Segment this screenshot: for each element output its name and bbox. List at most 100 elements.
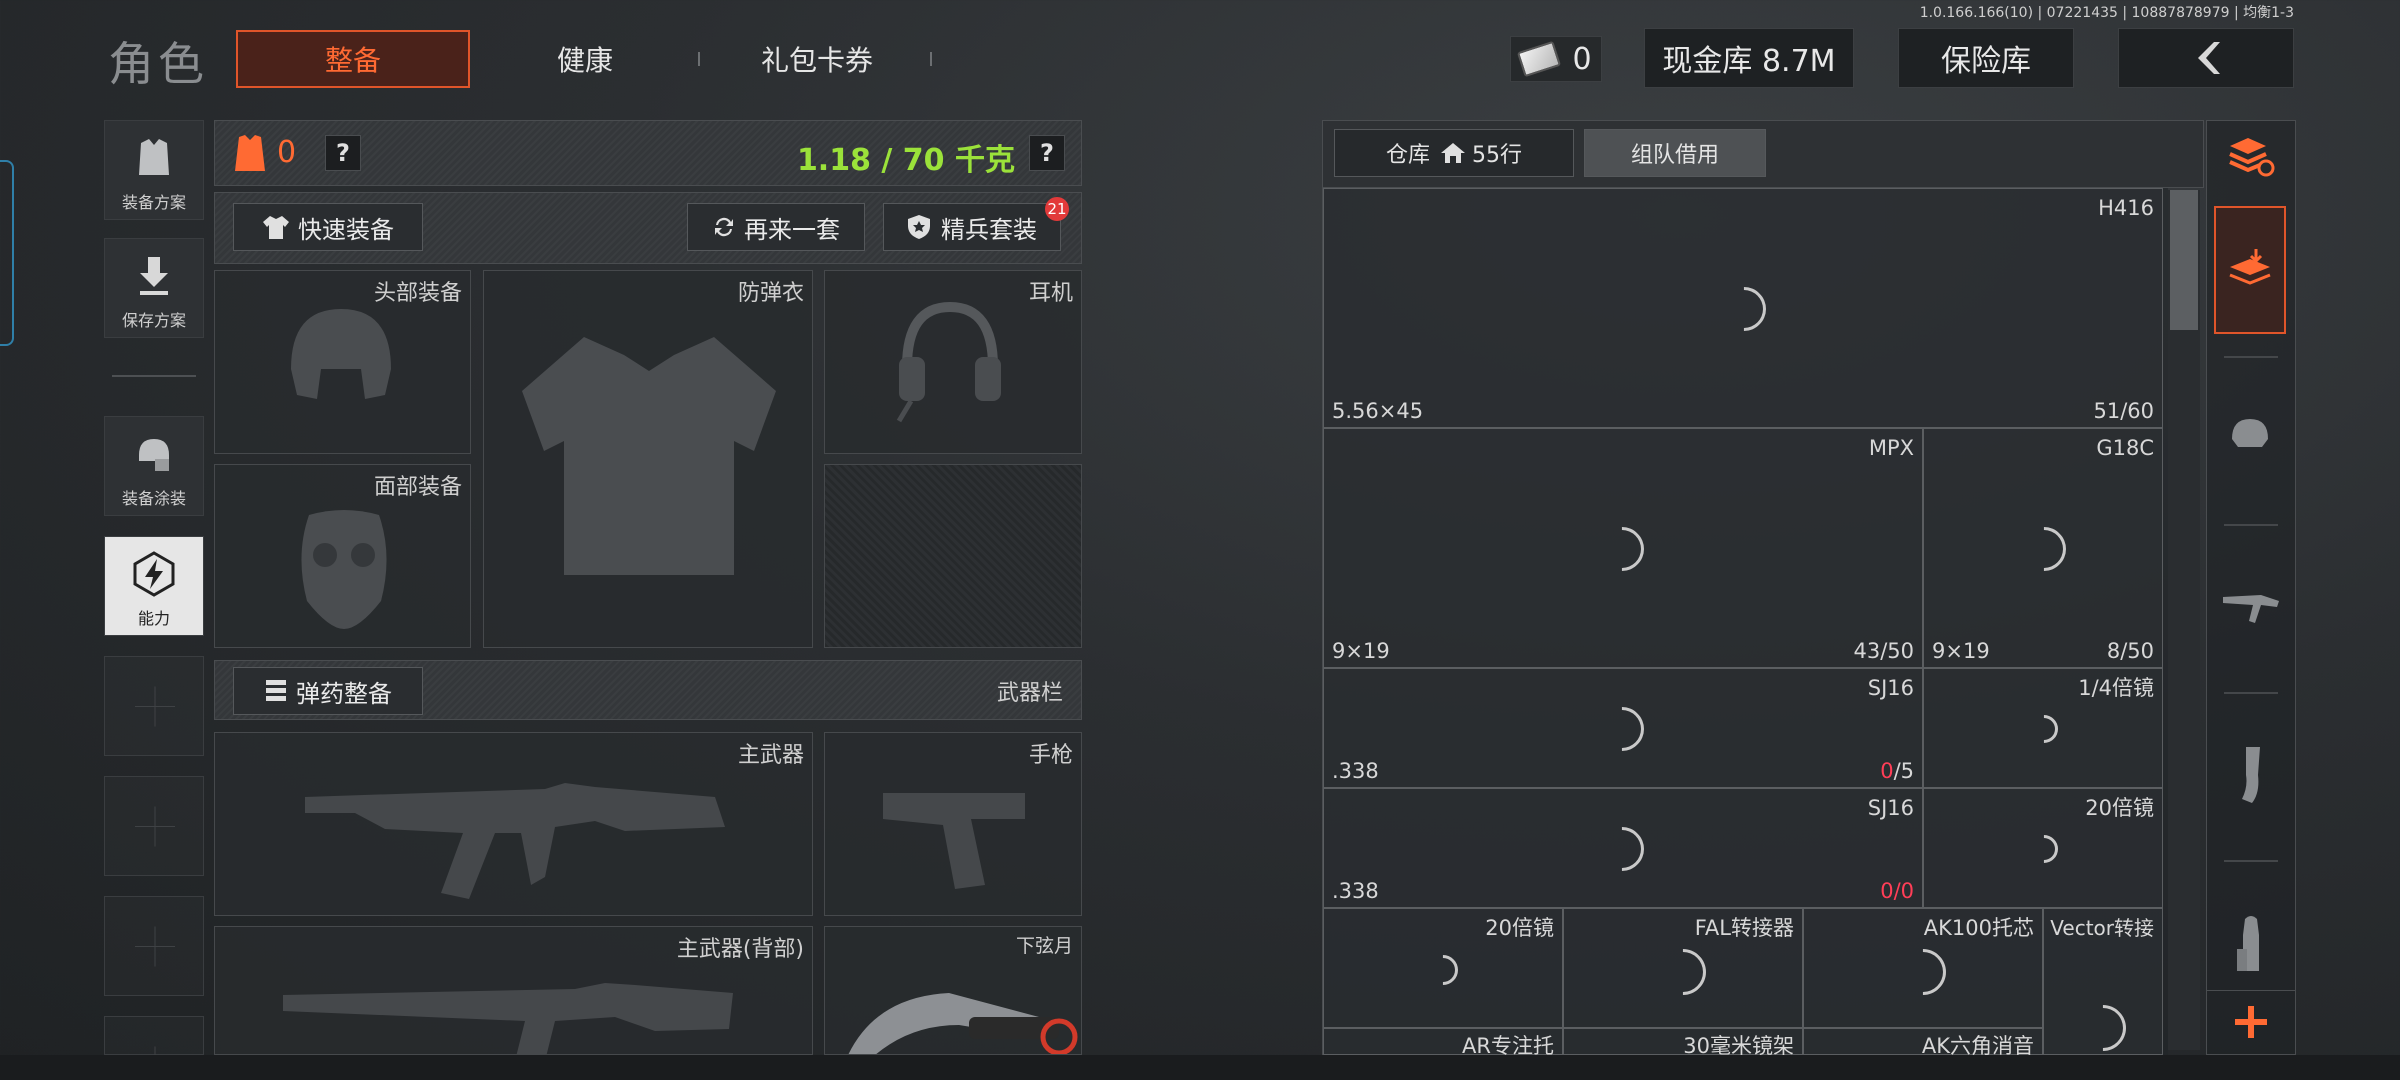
- armor-count: 0: [277, 135, 297, 170]
- weapon-bar-label: 武器栏: [996, 681, 1063, 706]
- loading-spinner: [1590, 517, 1654, 581]
- karambit-icon: [848, 993, 1078, 1054]
- back-arrow-icon: [2198, 42, 2220, 74]
- divider: [2224, 692, 2278, 694]
- tab-team-borrow[interactable]: 组队借用: [1584, 129, 1766, 177]
- slot-armor[interactable]: 防弹衣: [483, 270, 813, 648]
- vault-button[interactable]: 保险库: [1898, 28, 2074, 88]
- item-ak100-core[interactable]: AK100托芯: [1803, 908, 2043, 1028]
- loading-spinner: [1650, 939, 1716, 1005]
- cash-balance[interactable]: 0: [1510, 36, 1602, 82]
- ammo-setup-button[interactable]: 弹药整备: [233, 667, 423, 715]
- rifle-icon: [305, 783, 725, 899]
- item-scope-20x[interactable]: 20倍镜: [1323, 908, 1563, 1028]
- slot-melee[interactable]: 下弦月: [824, 926, 1082, 1055]
- loading-spinner: [1712, 277, 1776, 341]
- tab-health[interactable]: 健康: [500, 30, 670, 88]
- download-icon: [140, 257, 168, 295]
- back-button[interactable]: [2118, 28, 2294, 88]
- tab-storage[interactable]: 仓库 55行: [1334, 129, 1574, 177]
- item-vector-adapter[interactable]: Vector转接: [2043, 908, 2163, 1061]
- cash-bill-icon: [1517, 40, 1562, 78]
- category-all[interactable]: [2214, 206, 2286, 334]
- menu-divider: [112, 375, 196, 377]
- carry-weight: 1.18 / 70 千克: [796, 143, 1015, 178]
- add-category-button[interactable]: [2206, 990, 2296, 1052]
- home-icon: [1441, 143, 1465, 163]
- item-scope-20x[interactable]: 20倍镜: [1923, 788, 2163, 908]
- repeat-loadout-button[interactable]: 再来一套: [687, 203, 865, 251]
- slot-locked: [824, 464, 1082, 648]
- vest-icon: [139, 139, 169, 175]
- layers-refresh-icon: [2229, 138, 2275, 177]
- slot-primary-weapon[interactable]: 主武器: [214, 732, 813, 916]
- item-30mm-mount[interactable]: 30毫米镜架: [1563, 1028, 1803, 1058]
- slot-primary-weapon-back[interactable]: 主武器(背部): [214, 926, 813, 1055]
- slot-head[interactable]: 头部装备: [214, 270, 471, 454]
- item-fal-adapter[interactable]: FAL转接器: [1563, 908, 1803, 1028]
- gas-mask-icon: [301, 510, 387, 629]
- loading-spinner: [2070, 995, 2136, 1061]
- empty-slot: [104, 656, 204, 756]
- loading-spinner: [2012, 517, 2076, 581]
- item-ar-stock[interactable]: AR专注托: [1323, 1028, 1563, 1058]
- stash-button[interactable]: 现金库 8.7M: [1644, 28, 1854, 88]
- category-weapons[interactable]: [2206, 552, 2296, 662]
- loading-spinner: [1890, 939, 1956, 1005]
- elite-kit-button[interactable]: 精兵套装: [883, 203, 1061, 251]
- item-scope-1-4x[interactable]: 1/4倍镜: [1923, 668, 2163, 788]
- loading-spinner: [1421, 948, 1465, 992]
- plus-icon: [2235, 1005, 2267, 1038]
- loading-spinner: [2024, 829, 2064, 869]
- category-magazines[interactable]: [2206, 720, 2296, 830]
- bullet-icon: [2237, 916, 2259, 971]
- empty-slot: [104, 776, 204, 876]
- slot-face[interactable]: 面部装备: [214, 464, 471, 648]
- item-sj16-ammo[interactable]: SJ16 .338 0/0: [1323, 788, 1923, 908]
- quick-equip-button[interactable]: 快速装备: [233, 203, 423, 251]
- item-h416[interactable]: H416 5.56×45 51/60: [1323, 188, 2163, 428]
- weight-help-button[interactable]: ?: [1029, 135, 1065, 171]
- item-ak-hex-suppressor[interactable]: AK六角消音: [1803, 1028, 2043, 1058]
- ability-button[interactable]: 能力: [104, 536, 204, 636]
- tab-gift-cards[interactable]: 礼包卡券: [730, 30, 904, 88]
- loadout-plan-button[interactable]: 装备方案: [104, 120, 204, 220]
- paint-button[interactable]: 装备涂装: [104, 416, 204, 516]
- refresh-icon: [715, 217, 733, 237]
- armor-count-icon: [235, 135, 265, 171]
- page-title: 角色: [108, 37, 208, 91]
- lightning-hex-icon: [133, 551, 175, 597]
- item-mpx[interactable]: MPX 9×19 43/50: [1323, 428, 1923, 668]
- tab-equip[interactable]: 整备: [236, 30, 470, 88]
- item-g18c[interactable]: G18C 9×19 8/50: [1923, 428, 2163, 668]
- tab-separator: [698, 52, 700, 66]
- slot-pistol[interactable]: 手枪: [824, 732, 1082, 916]
- tab-separator: [930, 52, 932, 66]
- elite-kit-badge: 21: [1045, 197, 1069, 221]
- divider: [2224, 356, 2278, 358]
- empty-slot: [104, 1016, 204, 1067]
- rifle-icon: [2223, 595, 2279, 623]
- warehouse-scroll-thumb[interactable]: [2170, 190, 2198, 330]
- weapon-bar-header: 弹药整备 武器栏: [214, 660, 1082, 720]
- category-ammo[interactable]: [2206, 890, 2296, 1000]
- armor-help-button[interactable]: ?: [325, 135, 361, 171]
- layers-download-icon: [2229, 249, 2271, 285]
- ammo-icon: [266, 680, 286, 701]
- slot-ear[interactable]: 耳机: [824, 270, 1082, 454]
- bottom-bar: [0, 1055, 2400, 1080]
- divider: [2224, 860, 2278, 862]
- category-gear[interactable]: [2206, 380, 2296, 490]
- side-drawer-handle[interactable]: [0, 160, 14, 346]
- pistol-icon: [883, 793, 1025, 889]
- save-plan-button[interactable]: 保存方案: [104, 238, 204, 338]
- weight-bar: 0 ? 1.18 / 70 千克 ?: [214, 120, 1082, 186]
- version-string: 1.0.166.166(10) | 07221435 | 10887878979…: [1919, 5, 2294, 21]
- loading-spinner: [1590, 817, 1654, 881]
- item-sj16-ammo[interactable]: SJ16 .338 0/5: [1323, 668, 1923, 788]
- helmet-icon: [291, 309, 391, 399]
- sort-button[interactable]: [2206, 124, 2296, 188]
- helmet-paint-icon: [139, 439, 169, 471]
- loading-spinner: [1590, 697, 1654, 761]
- rifle-back-icon: [283, 983, 733, 1054]
